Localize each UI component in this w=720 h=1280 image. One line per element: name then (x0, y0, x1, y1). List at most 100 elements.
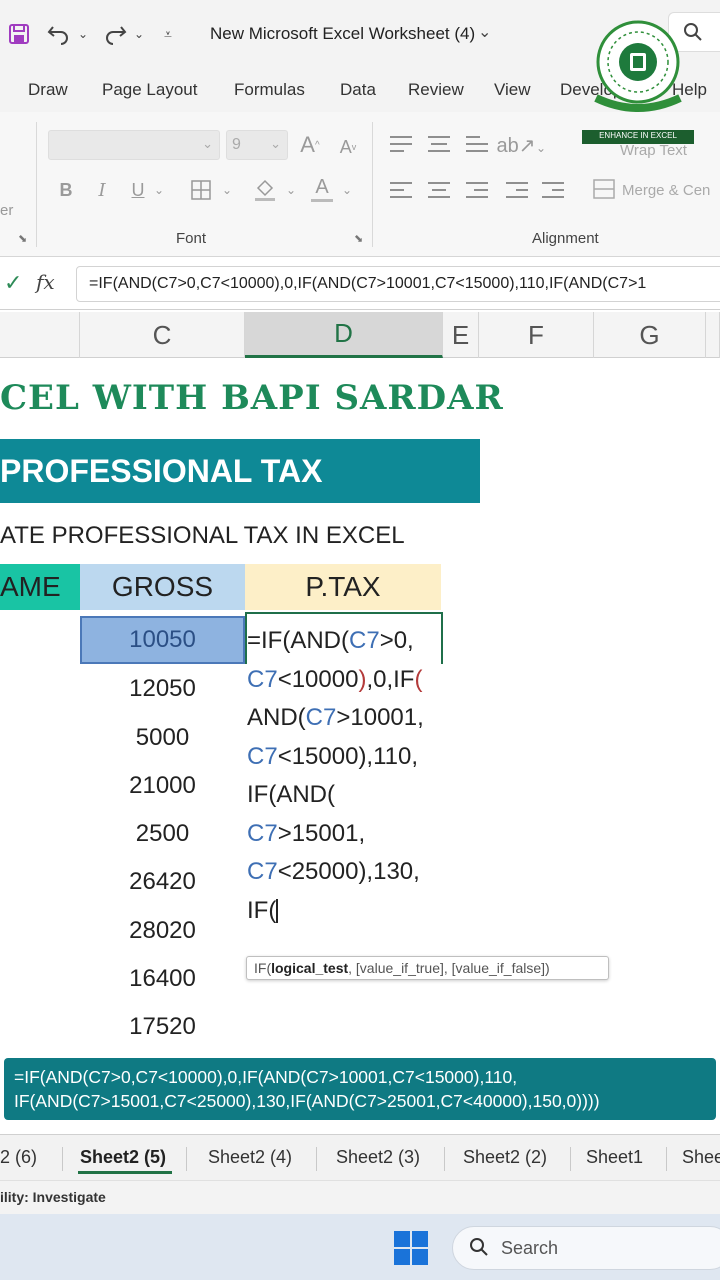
align-center-icon[interactable] (428, 182, 450, 198)
windows-start-icon[interactable] (394, 1231, 428, 1265)
font-color-button[interactable]: A (306, 172, 338, 206)
sheet-tab[interactable]: Shee (682, 1147, 720, 1168)
decrease-font-icon: A (339, 136, 352, 157)
tooltip-current-arg: logical_test (271, 960, 349, 976)
borders-dropdown-icon[interactable]: ⌄ (220, 176, 234, 204)
formula-token: IF(AND( (247, 781, 335, 808)
gross-cell[interactable]: 2500 (80, 810, 245, 858)
sheet-subtitle: ATE PROFESSIONAL TAX IN EXCEL (0, 522, 405, 549)
taskbar-search-box[interactable]: Search (452, 1226, 720, 1270)
sheet-tab[interactable]: 2 (6) (0, 1147, 37, 1168)
formula-bar: ✓ fx =IF(AND(C7>0,C7<10000),0,IF(AND(C7>… (0, 258, 720, 310)
formula-caption-overlay: =IF(AND(C7>0,C7<10000),0,IF(AND(C7>10001… (4, 1058, 716, 1120)
paint-bucket-icon (255, 179, 275, 201)
tooltip-other-args: , [value_if_true], [value_if_false]) (348, 960, 550, 976)
tab-review[interactable]: Review (408, 80, 464, 100)
undo-icon[interactable] (44, 20, 74, 48)
gross-cell-selected[interactable]: 10050 (80, 616, 245, 664)
tab-page-layout[interactable]: Page Layout (102, 80, 197, 100)
redo-dropdown-icon[interactable]: ⌄ (132, 20, 146, 48)
function-argument-tooltip[interactable]: IF(logical_test, [value_if_true], [value… (246, 956, 609, 980)
formula-input[interactable]: =IF(AND(C7>0,C7<10000),0,IF(AND(C7>10001… (76, 266, 720, 302)
header-cell-name[interactable]: AME (0, 564, 80, 610)
font-launcher-icon[interactable]: ⬊ (354, 232, 363, 245)
gross-cell[interactable]: 26420 (80, 858, 245, 906)
undo-dropdown-icon[interactable]: ⌄ (76, 20, 90, 48)
sheet-tab[interactable]: Sheet2 (2) (463, 1147, 547, 1168)
font-size-select[interactable]: 9 ⌄ (226, 130, 288, 160)
column-header-c[interactable]: C (80, 312, 245, 358)
accessibility-status[interactable]: ility: Investigate (0, 1189, 106, 1205)
tab-view[interactable]: View (494, 80, 531, 100)
align-right-icon[interactable] (466, 182, 488, 198)
tab-formulas[interactable]: Formulas (234, 80, 305, 100)
document-title: New Microsoft Excel Worksheet (4) (210, 24, 476, 43)
caption-line-2: IF(AND(C7>15001,C7<25000),130,IF(AND(C7>… (14, 1091, 600, 1111)
align-bottom-icon[interactable] (466, 136, 488, 152)
status-bar: ility: Investigate (0, 1180, 720, 1214)
group-divider (372, 122, 373, 247)
align-top-icon[interactable] (390, 136, 412, 152)
gross-cell[interactable]: 17520 (80, 1003, 245, 1051)
gross-cell[interactable]: 5000 (80, 714, 245, 762)
gross-cell[interactable]: 28020 (80, 907, 245, 955)
bold-button[interactable]: B (54, 176, 78, 204)
column-header-h[interactable] (706, 312, 720, 358)
customize-toolbar-icon[interactable]: ⩡ (160, 20, 176, 48)
formula-token: >10001, (336, 704, 424, 731)
enter-check-icon[interactable]: ✓ (4, 270, 22, 296)
formula-token: <15000),110, (277, 742, 419, 770)
formula-cell-ref: C7 (247, 819, 278, 847)
underline-button[interactable]: U (126, 176, 150, 204)
formula-cell-ref: C7 (247, 858, 278, 885)
gross-cell[interactable]: 16400 (80, 955, 245, 1003)
decrease-indent-icon[interactable] (506, 182, 528, 198)
sheet-tab[interactable]: Sheet1 (586, 1147, 643, 1168)
logo-text: ENHANCE IN EXCEL (599, 131, 677, 140)
worksheet-grid[interactable]: CEL WITH BAPI SARDAR PROFESSIONAL TAX AT… (0, 358, 720, 1058)
column-header-g[interactable]: G (594, 312, 706, 358)
brand-title: CEL WITH BAPI SARDAR (0, 378, 504, 418)
header-cell-ptax[interactable]: P.TAX (245, 564, 441, 610)
in-cell-formula-editor[interactable]: =IF(AND(C7>0, C7<10000),0,IF( AND(C7>100… (247, 622, 447, 930)
italic-button[interactable]: I (90, 176, 114, 204)
underline-dropdown-icon[interactable]: ⌄ (152, 176, 166, 204)
increase-font-button[interactable]: A ^ (296, 130, 324, 160)
orientation-dropdown-icon[interactable]: ⌄ (534, 134, 548, 162)
merge-center-button[interactable]: Merge & Cen (622, 182, 710, 199)
font-name-select[interactable]: ⌄ (48, 130, 220, 160)
formula-token: AND( (247, 704, 306, 731)
insert-function-icon[interactable]: fx (36, 270, 55, 294)
title-chevron-down-icon[interactable]: ⌄ (478, 22, 491, 42)
redo-icon[interactable] (100, 20, 130, 48)
column-header-d[interactable]: D (245, 312, 443, 358)
formula-token: ,0,IF (366, 665, 415, 693)
decrease-font-button[interactable]: Av (334, 132, 362, 162)
tab-draw[interactable]: Draw (28, 80, 68, 100)
merge-center-icon (592, 176, 616, 202)
gross-cell[interactable]: 12050 (80, 665, 245, 713)
header-cell-gross[interactable]: GROSS (80, 564, 245, 610)
column-header-b[interactable] (0, 312, 80, 358)
align-middle-icon[interactable] (428, 136, 450, 152)
font-color-dropdown-icon[interactable]: ⌄ (340, 176, 354, 204)
fill-color-button[interactable] (250, 174, 280, 204)
gross-cell[interactable]: 21000 (80, 762, 245, 810)
clipboard-launcher-icon[interactable]: ⬊ (18, 232, 27, 245)
taskbar-search-label: Search (501, 1238, 559, 1258)
active-tab-indicator (78, 1171, 172, 1174)
increase-indent-icon[interactable] (542, 182, 564, 198)
column-header-f[interactable]: F (479, 312, 594, 358)
align-left-icon[interactable] (390, 182, 412, 198)
sheet-tab[interactable]: Sheet2 (4) (208, 1147, 292, 1168)
column-header-e[interactable]: E (443, 312, 479, 358)
orientation-icon[interactable]: ab↗ (497, 130, 536, 160)
save-icon[interactable] (6, 20, 32, 48)
fill-color-dropdown-icon[interactable]: ⌄ (284, 176, 298, 204)
sheet-tab-active[interactable]: Sheet2 (5) (80, 1147, 166, 1168)
group-divider (36, 122, 37, 247)
borders-button[interactable] (186, 176, 216, 204)
caption-line-1: =IF(AND(C7>0,C7<10000),0,IF(AND(C7>10001… (14, 1067, 518, 1087)
tab-data[interactable]: Data (340, 80, 376, 100)
sheet-tab[interactable]: Sheet2 (3) (336, 1147, 420, 1168)
